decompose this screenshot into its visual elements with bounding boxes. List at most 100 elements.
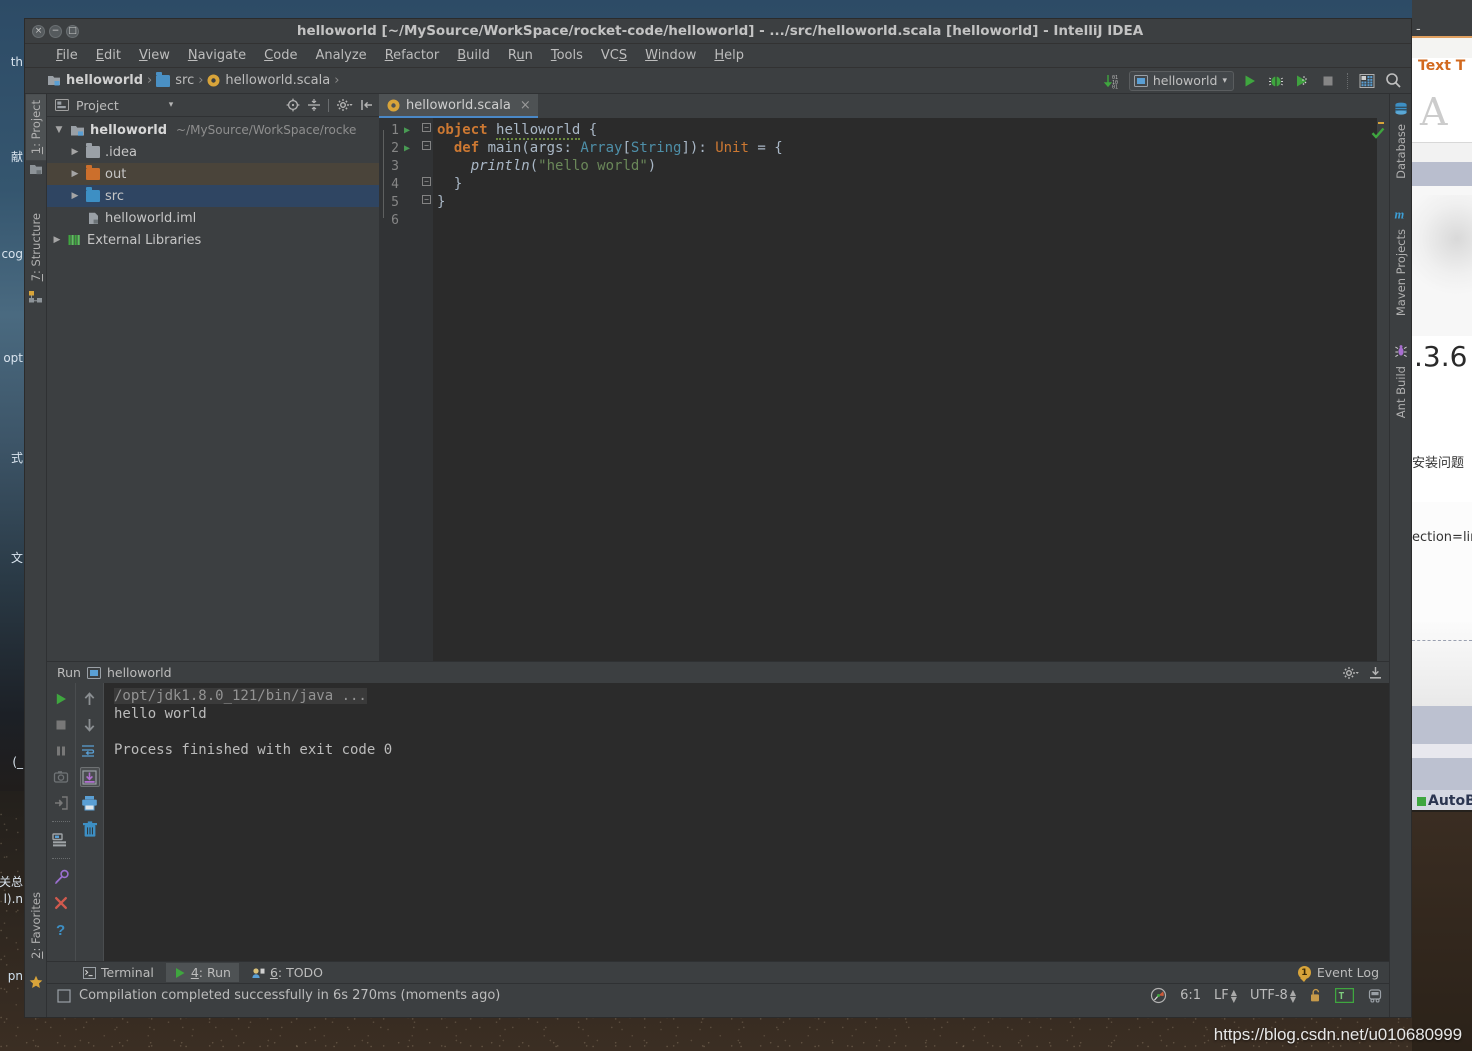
event-log-label[interactable]: Event Log xyxy=(1317,965,1379,980)
lock-icon[interactable] xyxy=(1309,988,1322,1003)
menu-run[interactable]: Run xyxy=(499,46,542,65)
tab-helloworld-scala[interactable]: helloworld.scala × xyxy=(379,94,538,118)
text-mode-icon[interactable]: T xyxy=(1335,988,1354,1003)
close-icon[interactable] xyxy=(51,893,71,913)
run-with-coverage-button[interactable] xyxy=(1292,71,1312,91)
menu-refactor[interactable]: Refactor xyxy=(376,46,449,65)
menu-code[interactable]: Code xyxy=(255,46,306,65)
fold-marker-icon[interactable]: − xyxy=(422,195,431,204)
settings-gear-icon[interactable] xyxy=(336,98,353,112)
editor-gutter[interactable]: 1 ▶ 2 ▶ 3 4 5 6 − − − − xyxy=(379,118,433,661)
tree-row[interactable]: helloworld.iml xyxy=(47,207,379,229)
update-running-application-icon[interactable]: 01 10 01 xyxy=(1103,71,1123,91)
tree-row[interactable]: ▶ .idea xyxy=(47,141,379,163)
line-separator[interactable]: LF ▲ ▼ xyxy=(1214,988,1237,1003)
chevron-right-icon[interactable]: ▶ xyxy=(69,147,81,157)
soft-wrap-icon[interactable] xyxy=(80,741,100,761)
scroll-to-end-icon[interactable] xyxy=(79,767,100,787)
chevron-right-icon[interactable]: ▶ xyxy=(69,169,81,179)
chevron-down-icon[interactable]: ▼ xyxy=(53,125,65,135)
chevron-down-icon[interactable]: ▾ xyxy=(169,100,174,110)
minimize-icon[interactable]: − xyxy=(49,24,62,38)
run-gutter-icon[interactable]: ▶ xyxy=(399,143,415,154)
fold-marker-icon[interactable]: − xyxy=(422,141,431,150)
tree-row[interactable]: ▼ helloworld ~/MySource/WorkSpace/rocke xyxy=(47,119,379,141)
run-button[interactable] xyxy=(1240,71,1260,91)
todo-icon xyxy=(251,967,265,979)
menu-navigate[interactable]: Navigate xyxy=(179,46,255,65)
hide-icon[interactable] xyxy=(1368,666,1383,680)
tab-todo[interactable]: 6: TODO xyxy=(243,963,331,982)
fold-marker-icon[interactable]: − xyxy=(422,177,431,186)
up-arrow-icon[interactable] xyxy=(80,689,100,709)
menu-bar[interactable]: File Edit View Navigate Code Analyze Ref… xyxy=(25,44,1411,68)
locate-icon[interactable] xyxy=(286,98,300,112)
code-text[interactable]: object helloworld { def main(args: Array… xyxy=(433,118,1377,661)
breadcrumb-folder[interactable]: src xyxy=(156,71,194,88)
menu-tools[interactable]: Tools xyxy=(542,46,592,65)
sidebar-item-structure[interactable]: 7: Structure xyxy=(26,207,46,287)
menu-file[interactable]: File xyxy=(47,46,87,65)
breadcrumb-module[interactable]: helloworld xyxy=(47,73,143,88)
debug-button[interactable] xyxy=(1266,71,1286,91)
pause-icon[interactable] xyxy=(51,741,71,761)
clear-all-icon[interactable] xyxy=(80,819,100,839)
menu-view[interactable]: View xyxy=(130,46,179,65)
settings-gear-icon[interactable] xyxy=(1342,666,1360,680)
exit-icon[interactable] xyxy=(51,793,71,813)
tab-terminal[interactable]: Terminal xyxy=(75,963,162,982)
menu-analyze[interactable]: Analyze xyxy=(306,46,375,65)
breadcrumb-file[interactable]: helloworld.scala xyxy=(207,73,330,88)
stop-icon[interactable] xyxy=(51,715,71,735)
sidebar-item-maven-projects[interactable]: Maven Projects xyxy=(1391,223,1411,322)
status-bar-right: 6:1 LF ▲ ▼ UTF-8 ▲ ▼ T xyxy=(1150,987,1383,1004)
desktop-fragment: pn xyxy=(7,969,23,983)
help-icon[interactable]: ? xyxy=(51,919,71,939)
dump-threads-icon[interactable] xyxy=(51,767,71,787)
fold-marker-icon[interactable]: − xyxy=(422,123,431,132)
sidebar-item-favorites[interactable]: 2: Favorites xyxy=(26,886,46,965)
menu-vcs[interactable]: VCS xyxy=(592,46,636,65)
menu-build[interactable]: Build xyxy=(448,46,499,65)
chevron-right-icon[interactable]: ▶ xyxy=(51,235,63,245)
tab-run[interactable]: 4: Run xyxy=(165,963,239,982)
console-icon[interactable] xyxy=(51,830,71,850)
inspection-status-icon[interactable] xyxy=(1371,126,1385,140)
update-project-button[interactable] xyxy=(1357,71,1377,91)
tree-row[interactable]: ▶ src xyxy=(47,185,379,207)
search-everywhere-icon[interactable] xyxy=(1383,71,1403,91)
console-output[interactable]: /opt/jdk1.8.0_121/bin/java ... hello wor… xyxy=(103,683,1389,961)
hide-icon[interactable] xyxy=(360,98,374,112)
desktop-fragment-version: .3.6 xyxy=(1414,340,1468,373)
down-arrow-icon[interactable] xyxy=(80,715,100,735)
caret-position[interactable]: 6:1 xyxy=(1180,988,1201,1003)
sidebar-item-project[interactable]: 1: Project xyxy=(25,94,46,161)
print-icon[interactable] xyxy=(80,793,100,813)
train-icon[interactable] xyxy=(1367,988,1383,1004)
run-configuration-selector[interactable]: helloworld ▾ xyxy=(1128,70,1234,91)
rerun-icon[interactable] xyxy=(51,689,71,709)
pin-icon[interactable] xyxy=(51,867,71,887)
close-icon[interactable]: × xyxy=(520,98,531,113)
sidebar-item-database[interactable]: Database xyxy=(1391,118,1411,185)
menu-window[interactable]: Window xyxy=(636,46,705,65)
maximize-icon[interactable]: □ xyxy=(66,24,79,38)
tree-row[interactable]: ▶ External Libraries xyxy=(47,229,379,251)
editor-body[interactable]: 1 ▶ 2 ▶ 3 4 5 6 − − − − object helloworld … xyxy=(379,118,1389,661)
chevron-right-icon[interactable]: ▶ xyxy=(69,191,81,201)
tree-row[interactable]: ▶ out xyxy=(47,163,379,185)
stop-button[interactable] xyxy=(1318,71,1338,91)
window-controls[interactable]: × − □ xyxy=(25,24,79,38)
menu-edit[interactable]: Edit xyxy=(87,46,130,65)
chevron-down-icon[interactable]: ▾ xyxy=(1222,76,1227,86)
menu-help[interactable]: Help xyxy=(705,46,753,65)
project-tree[interactable]: ▼ helloworld ~/MySource/WorkSpace/rocke … xyxy=(47,117,379,661)
close-icon[interactable]: × xyxy=(32,24,45,38)
editor-marker-bar[interactable] xyxy=(1377,118,1389,661)
sidebar-item-ant-build[interactable]: Ant Build xyxy=(1391,360,1411,424)
memory-indicator-icon[interactable] xyxy=(1150,987,1167,1004)
collapse-all-icon[interactable] xyxy=(307,98,321,112)
file-encoding[interactable]: UTF-8 ▲ ▼ xyxy=(1250,988,1296,1003)
run-gutter-icon[interactable]: ▶ xyxy=(399,125,415,136)
run-config-name: helloworld xyxy=(106,665,172,680)
